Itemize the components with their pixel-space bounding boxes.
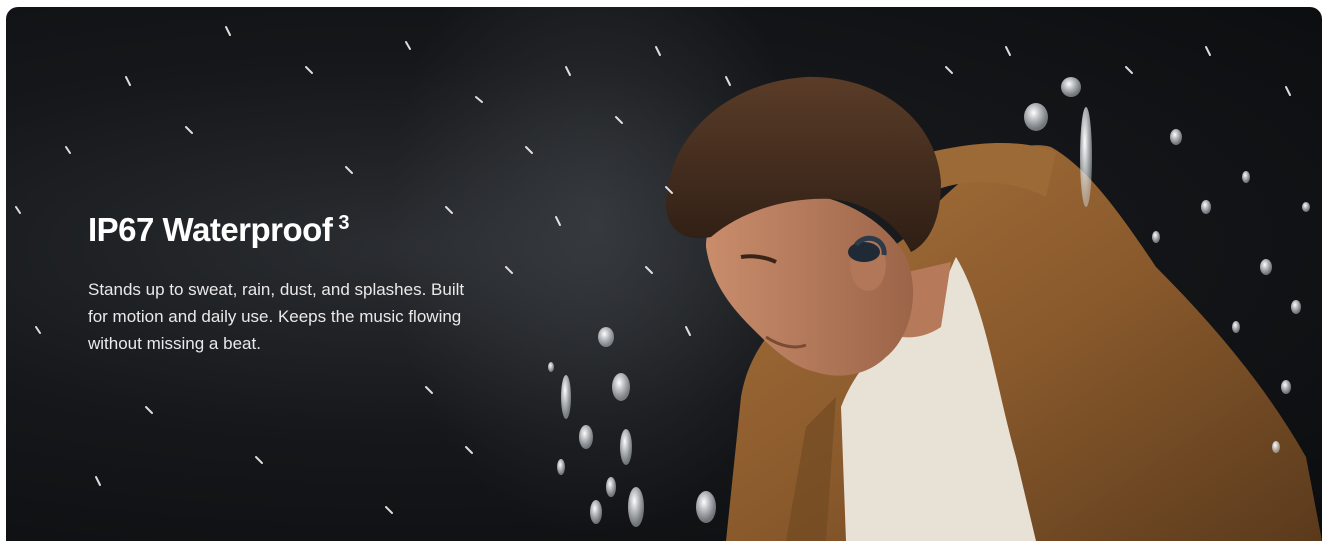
waterproof-feature-banner: IP67 Waterproof 3 Stands up to sweat, rai…	[6, 7, 1322, 541]
feature-description: Stands up to sweat, rain, dust, and spla…	[88, 280, 465, 353]
feature-headline: IP67 Waterproof 3	[88, 203, 508, 250]
footnote-marker[interactable]: 3	[338, 212, 349, 234]
feature-text-block: IP67 Waterproof 3 Stands up to sweat, rai…	[88, 203, 508, 357]
headline-text: IP67 Waterproof	[88, 211, 333, 248]
water-splash-left	[548, 327, 716, 527]
